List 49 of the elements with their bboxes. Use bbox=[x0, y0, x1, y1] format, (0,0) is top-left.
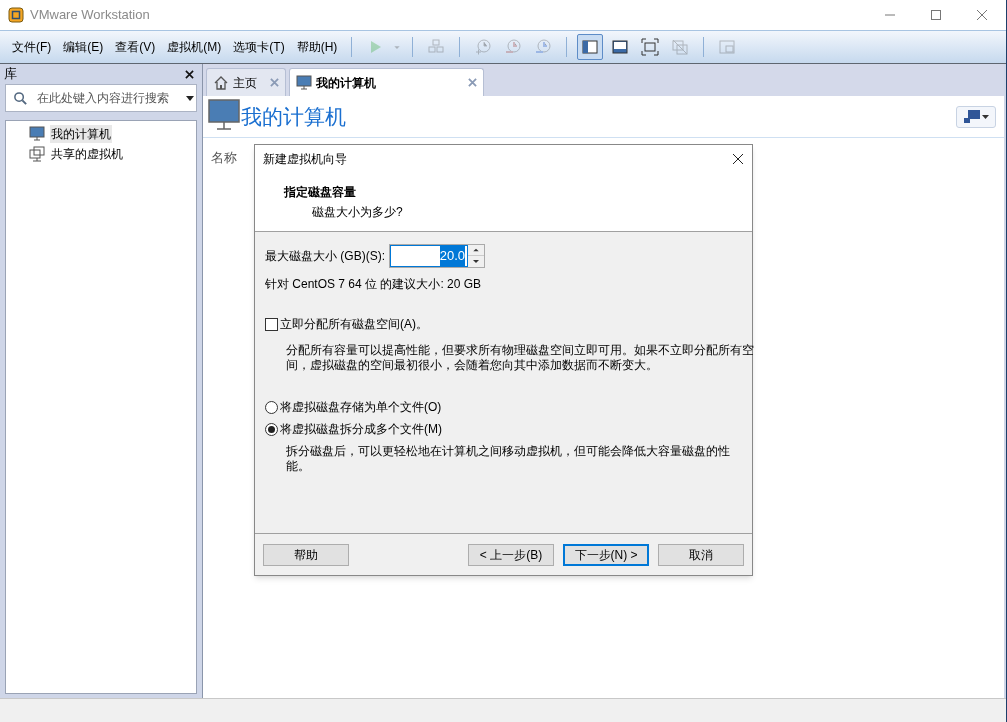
close-icon[interactable] bbox=[732, 153, 744, 165]
option-label[interactable]: 将虚拟磁盘存储为单个文件(O) bbox=[280, 398, 442, 416]
option-label[interactable]: 将虚拟磁盘拆分成多个文件(M) bbox=[280, 420, 442, 438]
library-title: 库 bbox=[4, 65, 17, 84]
sidebar-view-icon[interactable] bbox=[577, 34, 604, 60]
app-logo-icon bbox=[8, 7, 24, 23]
dialog-button[interactable]: 取消 bbox=[658, 543, 744, 566]
dropdown-caret-icon[interactable] bbox=[186, 95, 194, 101]
recommendation-text: 针对 CentOS 7 64 位 的建议大小: 20 GB bbox=[265, 276, 483, 293]
maximize-icon[interactable] bbox=[930, 9, 942, 21]
caret-icon bbox=[981, 114, 989, 119]
search-icon bbox=[13, 90, 28, 106]
tree-item[interactable]: 共享的虚拟机 bbox=[50, 145, 124, 163]
step-heading: 指定磁盘容量 bbox=[284, 184, 357, 201]
menu-item[interactable]: 查看(V) bbox=[109, 38, 162, 56]
allocate-description: 分配所有容量可以提高性能，但要求所有物理磁盘空间立即可用。如果不立即分配所有空间，虚拟磁盘的空间最初很小，会随着您向其中添加数据而不断变大。 bbox=[286, 343, 755, 373]
disk-size-value: 20.0 bbox=[439, 246, 465, 266]
dialog-title: 新建虚拟机向导 bbox=[263, 151, 347, 168]
tab[interactable]: 我的计算机 bbox=[289, 68, 484, 96]
allocate-label[interactable]: 立即分配所有磁盘空间(A)。 bbox=[280, 315, 428, 333]
menu-item[interactable]: 编辑(E) bbox=[57, 38, 110, 56]
radio-button[interactable] bbox=[265, 422, 278, 436]
shared-monitors-icon bbox=[29, 146, 45, 162]
menu-item[interactable]: 文件(F) bbox=[6, 38, 58, 56]
disk-size-spinner[interactable]: 20.0 bbox=[389, 244, 485, 268]
windows-icon bbox=[963, 110, 980, 123]
disk-size-label: 最大磁盘大小 (GB)(S): bbox=[265, 248, 385, 265]
option-description: 拆分磁盘后，可以更轻松地在计算机之间移动虚拟机，但可能会降低大容量磁盘的性能。 bbox=[286, 444, 731, 474]
window-title: VMware Workstation bbox=[30, 6, 150, 25]
tab[interactable]: 主页 bbox=[206, 68, 286, 96]
dialog-button[interactable]: 下一步(N) > bbox=[563, 543, 649, 566]
checkbox[interactable] bbox=[265, 317, 278, 331]
tree-item[interactable]: 我的计算机 bbox=[50, 125, 112, 143]
menu-item[interactable]: 虚拟机(M) bbox=[161, 38, 228, 56]
close-icon[interactable] bbox=[185, 69, 194, 79]
menu-item[interactable]: 选项卡(T) bbox=[227, 38, 291, 56]
search-field[interactable]: 在此处键入内容进行搜索 bbox=[37, 89, 182, 107]
column-header: 名称 bbox=[211, 149, 237, 167]
menu-item[interactable]: 帮助(H) bbox=[290, 38, 344, 56]
home-icon bbox=[213, 74, 229, 91]
page-title: 我的计算机 bbox=[241, 103, 346, 130]
search-box[interactable]: 在此处键入内容进行搜索 bbox=[5, 84, 197, 112]
monitor-icon bbox=[296, 74, 312, 91]
view-menu-button[interactable] bbox=[956, 105, 996, 128]
step-subheading: 磁盘大小为多少? bbox=[312, 204, 404, 221]
dialog-button[interactable]: 帮助 bbox=[263, 543, 349, 566]
monitor-icon bbox=[29, 126, 45, 142]
dialog-button[interactable]: < 上一步(B) bbox=[468, 543, 554, 566]
radio-button[interactable] bbox=[265, 400, 278, 414]
